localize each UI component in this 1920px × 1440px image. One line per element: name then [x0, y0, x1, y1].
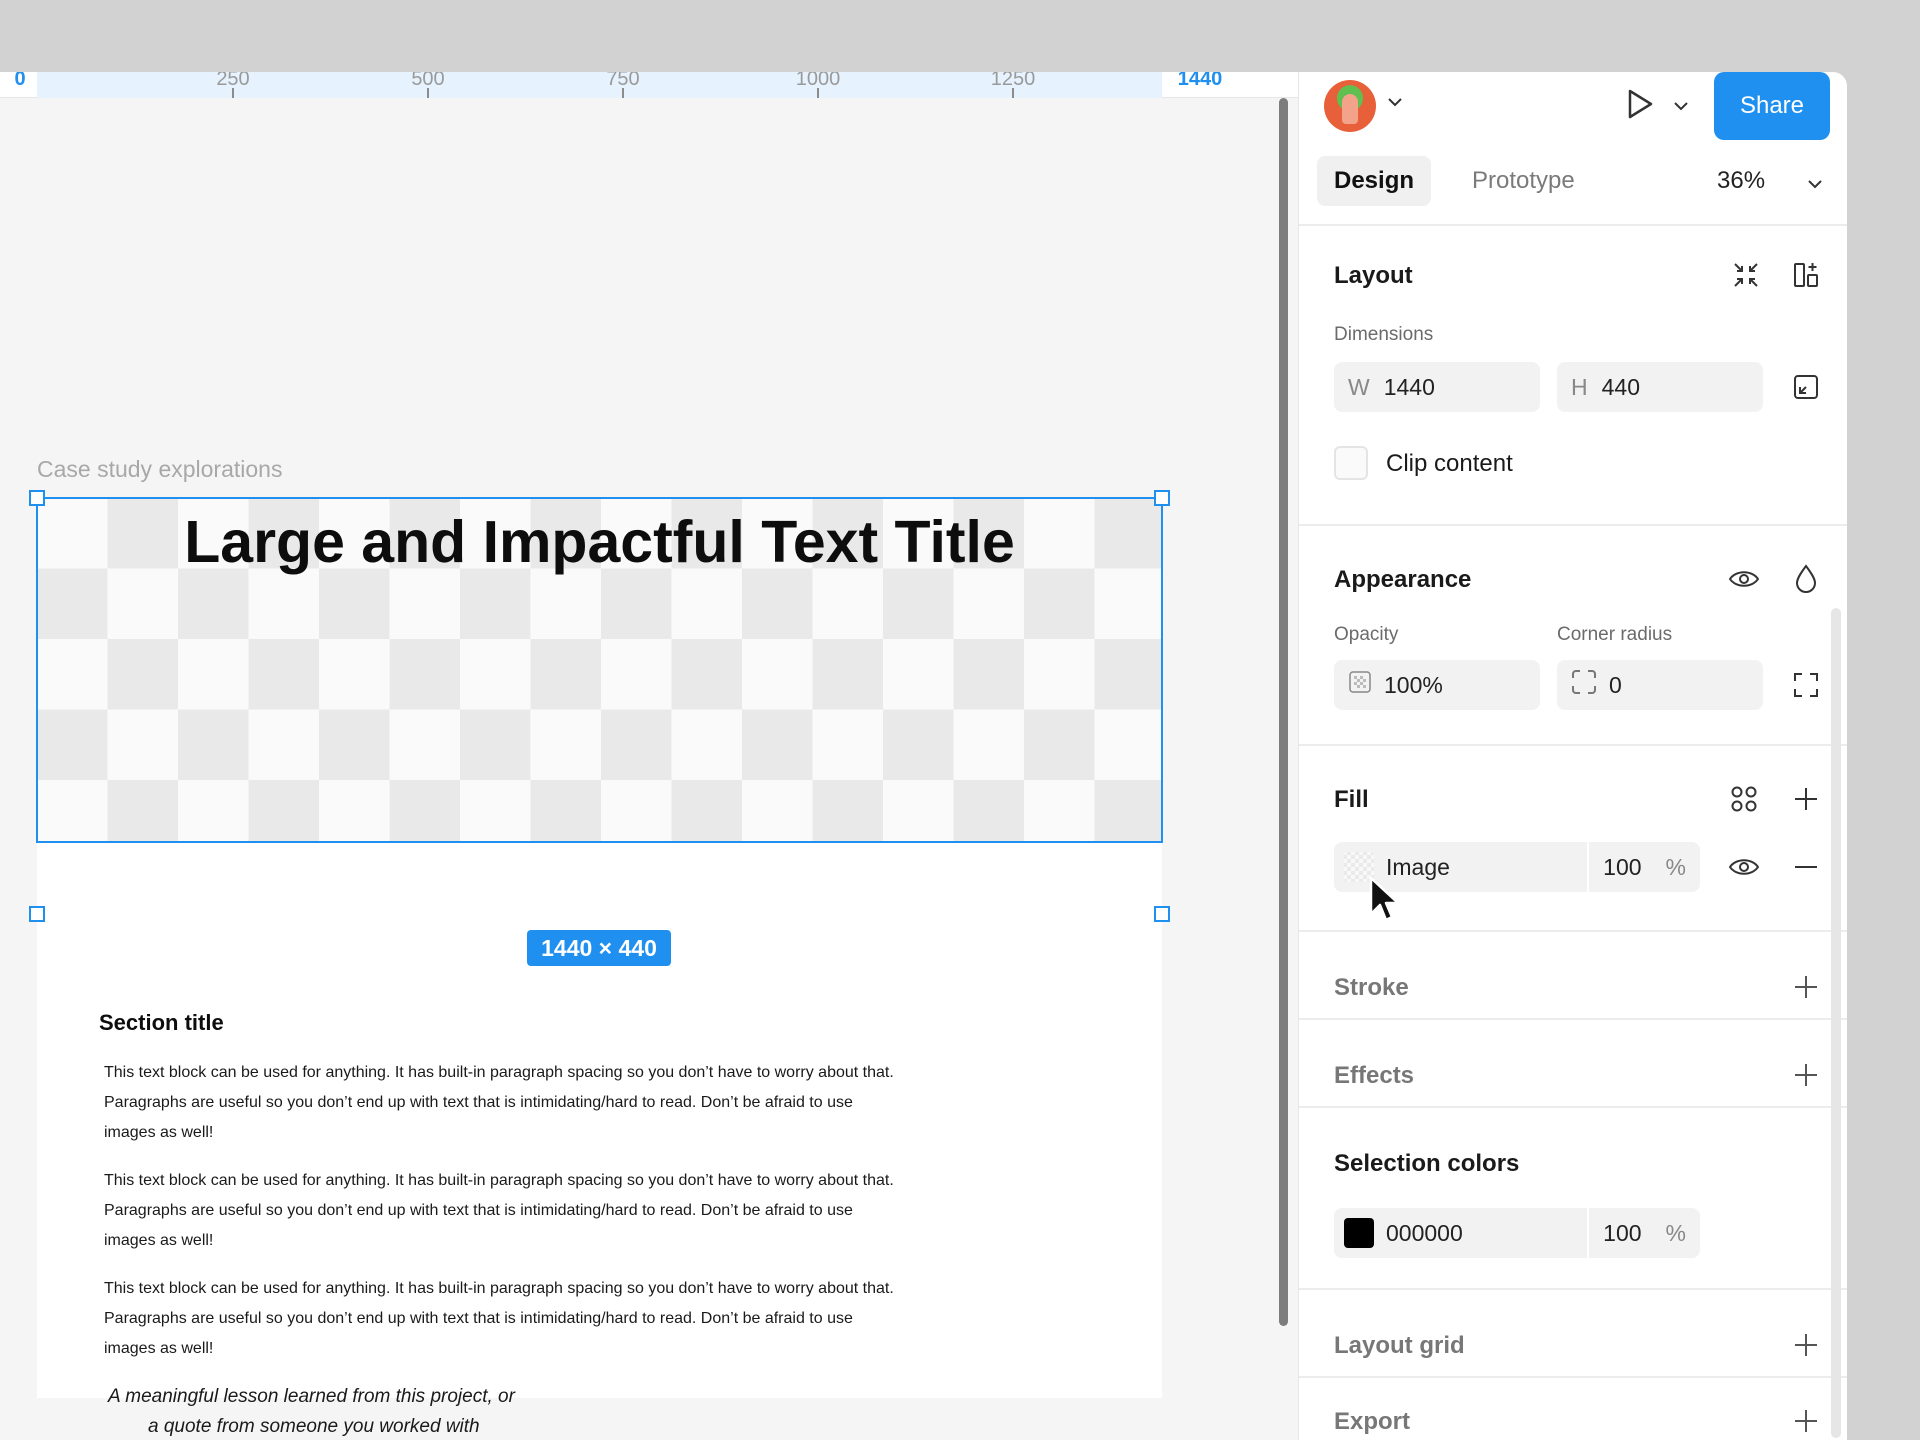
- panel-topbar: Share: [1299, 72, 1847, 154]
- add-layout-grid-icon[interactable]: [1789, 1328, 1823, 1362]
- tab-prototype[interactable]: Prototype: [1455, 156, 1592, 206]
- section-title[interactable]: Section title: [99, 1010, 224, 1036]
- styles-grid-icon[interactable]: [1727, 782, 1761, 816]
- fill-opacity[interactable]: 100: [1603, 854, 1641, 881]
- resize-handle-top-right[interactable]: [1154, 490, 1170, 506]
- tab-design[interactable]: Design: [1317, 156, 1432, 206]
- height-value: 440: [1601, 373, 1640, 400]
- divider: [1299, 1018, 1847, 1020]
- panel-scrollbar[interactable]: [1831, 608, 1841, 1438]
- paragraph-block[interactable]: This text block can be used for anything…: [104, 1058, 904, 1148]
- quote-line: a quote from someone you worked with: [148, 1416, 480, 1437]
- add-export-icon[interactable]: [1789, 1404, 1823, 1438]
- chevron-down-icon[interactable]: [1387, 92, 1403, 113]
- height-prefix: H: [1571, 373, 1588, 400]
- corner-radius-label: Corner radius: [1557, 624, 1673, 645]
- corner-radius-field[interactable]: 0: [1557, 660, 1763, 710]
- divider: [1299, 524, 1847, 526]
- collapse-icon[interactable]: [1729, 258, 1763, 292]
- selection-outline: [36, 497, 1163, 843]
- divider: [1299, 1106, 1847, 1108]
- width-value: 1440: [1383, 373, 1435, 400]
- appearance-section-title: Appearance: [1334, 566, 1472, 593]
- color-opacity-unit: %: [1665, 1219, 1686, 1246]
- opacity-value: 100%: [1384, 671, 1443, 698]
- remove-fill-icon[interactable]: [1789, 850, 1823, 884]
- frame-label[interactable]: Case study explorations: [37, 456, 282, 483]
- horizontal-ruler: 0 250 500 750 1000 1250 1440: [0, 72, 1298, 98]
- canvas-vertical-scrollbar[interactable]: [1279, 98, 1288, 1326]
- paragraph-block[interactable]: This text block can be used for anything…: [104, 1166, 904, 1256]
- ruler-label: 750: [606, 72, 640, 90]
- divider: [1299, 1288, 1847, 1290]
- resize-to-fit-icon[interactable]: [1789, 370, 1823, 404]
- divider: [1299, 1376, 1847, 1378]
- play-icon[interactable]: [1621, 86, 1657, 122]
- eye-icon[interactable]: [1727, 562, 1761, 596]
- size-badge: 1440 × 440: [527, 930, 671, 966]
- clip-content-checkbox[interactable]: [1334, 446, 1368, 480]
- height-field[interactable]: H 440: [1557, 362, 1763, 412]
- layout-grid-section-title[interactable]: Layout grid: [1334, 1332, 1465, 1360]
- export-section-title[interactable]: Export: [1334, 1408, 1410, 1436]
- ruler-label: 1250: [990, 72, 1036, 90]
- auto-layout-icon[interactable]: [1789, 258, 1823, 292]
- independent-corners-icon[interactable]: [1789, 668, 1823, 702]
- fill-section-title: Fill: [1334, 786, 1369, 813]
- chevron-down-icon[interactable]: [1807, 174, 1823, 195]
- quote-line: A meaningful lesson learned from this pr…: [108, 1386, 515, 1407]
- mouse-cursor-icon: [1368, 876, 1402, 924]
- clip-content-label: Clip content: [1386, 450, 1513, 477]
- ruler-label: 1000: [795, 72, 841, 90]
- fill-opacity-unit: %: [1665, 853, 1686, 880]
- paragraph-block[interactable]: This text block can be used for anything…: [104, 1274, 904, 1364]
- zoom-level[interactable]: 36%: [1717, 156, 1765, 206]
- ruler-label: 250: [216, 72, 250, 90]
- properties-panel: Share Design Prototype 36% Layout Dimens…: [1298, 72, 1847, 1440]
- eye-icon[interactable]: [1727, 850, 1761, 884]
- resize-handle-top-left[interactable]: [29, 490, 45, 506]
- dimensions-label: Dimensions: [1334, 324, 1434, 345]
- chevron-down-icon[interactable]: [1673, 96, 1689, 117]
- divider: [1299, 744, 1847, 746]
- resize-handle-bottom-right[interactable]: [1154, 906, 1170, 922]
- corner-radius-icon: [1571, 669, 1597, 701]
- selection-colors-section-title: Selection colors: [1334, 1150, 1520, 1177]
- add-effect-icon[interactable]: [1789, 1058, 1823, 1092]
- effects-section-title[interactable]: Effects: [1334, 1062, 1414, 1090]
- color-opacity[interactable]: 100: [1603, 1220, 1641, 1247]
- resize-handle-bottom-left[interactable]: [29, 906, 45, 922]
- avatar[interactable]: [1324, 80, 1376, 132]
- width-field[interactable]: W 1440: [1334, 362, 1540, 412]
- selection-color-row[interactable]: 000000 100 %: [1334, 1208, 1700, 1258]
- field-separator: [1587, 1208, 1590, 1258]
- ruler-label: 1440: [1177, 72, 1223, 90]
- opacity-field[interactable]: 100%: [1334, 660, 1540, 710]
- width-prefix: W: [1348, 373, 1370, 400]
- corner-radius-value: 0: [1609, 671, 1622, 698]
- quote-block[interactable]: A meaningful lesson learned from this pr…: [108, 1382, 628, 1440]
- divider: [1299, 224, 1847, 226]
- divider: [1299, 930, 1847, 932]
- panel-tabs: Design Prototype 36%: [1317, 156, 1837, 208]
- ruler-label: 0: [14, 72, 26, 90]
- layout-section-title: Layout: [1334, 262, 1413, 289]
- blend-mode-icon[interactable]: [1789, 562, 1823, 596]
- opacity-icon: [1348, 670, 1372, 700]
- field-separator: [1587, 842, 1590, 892]
- color-swatch[interactable]: [1344, 1218, 1374, 1248]
- add-stroke-icon[interactable]: [1789, 970, 1823, 1004]
- avatar-figure: [1342, 94, 1358, 124]
- ruler-label: 500: [411, 72, 445, 90]
- color-hex[interactable]: 000000: [1386, 1220, 1463, 1247]
- opacity-label: Opacity: [1334, 624, 1399, 645]
- add-fill-icon[interactable]: [1789, 782, 1823, 816]
- share-button[interactable]: Share: [1714, 72, 1830, 140]
- stroke-section-title[interactable]: Stroke: [1334, 974, 1409, 1002]
